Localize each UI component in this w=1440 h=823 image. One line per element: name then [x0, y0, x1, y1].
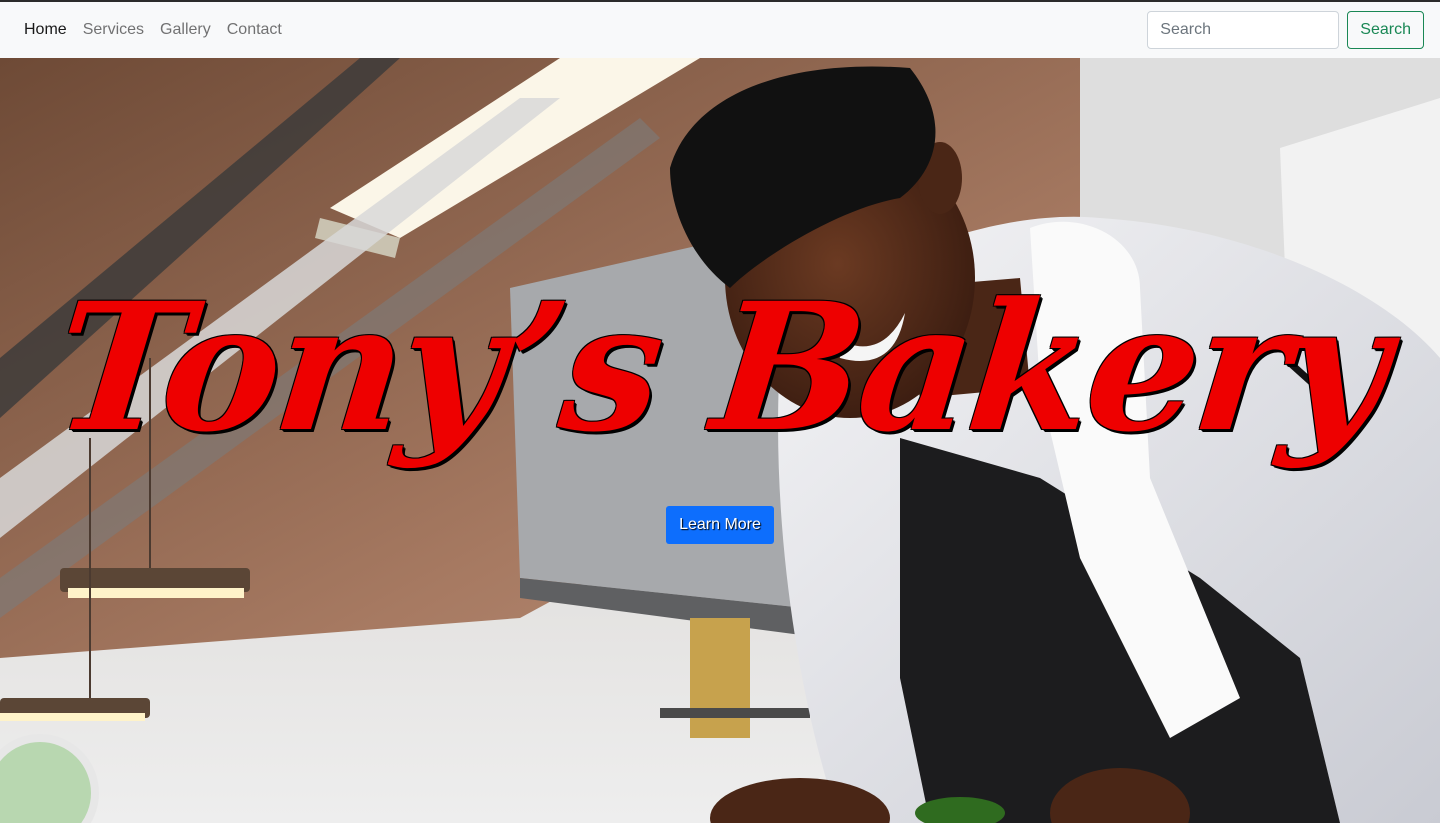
nav-link-gallery[interactable]: Gallery: [160, 21, 211, 39]
nav-links: Home Services Gallery Contact: [24, 21, 282, 39]
search-button[interactable]: Search: [1347, 11, 1424, 49]
search-input[interactable]: [1147, 11, 1340, 49]
nav-link-contact[interactable]: Contact: [227, 21, 282, 39]
hero-banner: Tony’s Bakery Learn More: [0, 58, 1440, 823]
learn-more-button[interactable]: Learn More: [666, 506, 774, 544]
hero-title: Tony’s Bakery: [46, 264, 1395, 471]
search-form: Search: [1147, 11, 1424, 49]
nav-link-services[interactable]: Services: [83, 21, 144, 39]
navbar: Home Services Gallery Contact Search: [0, 2, 1440, 58]
nav-link-home[interactable]: Home: [24, 21, 67, 39]
